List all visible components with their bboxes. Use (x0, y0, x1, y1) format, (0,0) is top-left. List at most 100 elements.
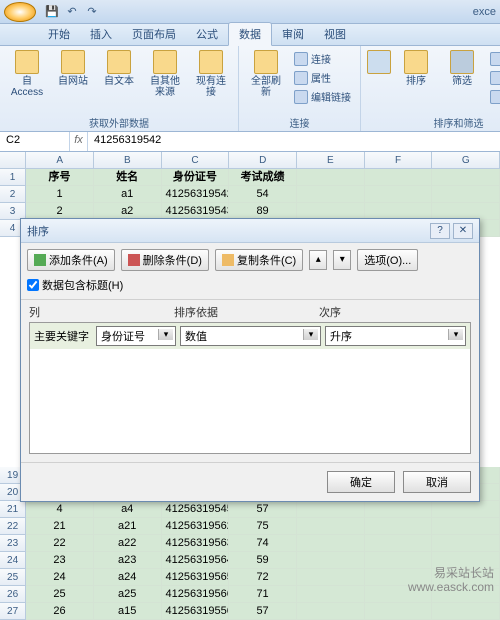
row-header[interactable]: 2 (0, 186, 26, 203)
cell[interactable] (365, 186, 433, 203)
cell[interactable]: a25 (94, 586, 162, 603)
sort-basis-combo[interactable]: 数值 (180, 326, 321, 346)
move-down-button[interactable]: ▾ (333, 250, 351, 270)
cell[interactable]: 41256319564 (162, 552, 230, 569)
close-button[interactable]: ✕ (453, 223, 473, 239)
from-access-button[interactable]: 自 Access (6, 48, 48, 100)
fx-icon[interactable]: fx (70, 132, 88, 151)
cell[interactable]: 姓名 (94, 169, 162, 186)
cell[interactable] (297, 535, 365, 552)
col-A[interactable]: A (26, 152, 94, 168)
existing-conn-button[interactable]: 现有连接 (190, 48, 232, 100)
tab-layout[interactable]: 页面布局 (122, 23, 186, 45)
filter-button[interactable]: 筛选 (441, 48, 483, 89)
cell[interactable] (432, 186, 500, 203)
sort-az-button[interactable] (367, 48, 391, 78)
sort-order-combo[interactable]: 升序 (325, 326, 466, 346)
row-header[interactable]: 1 (0, 169, 26, 186)
cell[interactable] (365, 535, 433, 552)
cell[interactable]: 24 (26, 569, 94, 586)
cell[interactable] (297, 518, 365, 535)
cell[interactable] (297, 586, 365, 603)
ok-button[interactable]: 确定 (327, 471, 395, 493)
cell[interactable]: a21 (94, 518, 162, 535)
undo-icon[interactable]: ↶ (64, 4, 80, 20)
add-condition-button[interactable]: 添加条件(A) (27, 249, 115, 271)
cell[interactable]: a22 (94, 535, 162, 552)
cell[interactable]: a23 (94, 552, 162, 569)
row-header[interactable]: 23 (0, 535, 26, 552)
cell[interactable] (432, 518, 500, 535)
cell[interactable]: 41256319566 (162, 586, 230, 603)
cell[interactable]: 75 (229, 518, 297, 535)
cell[interactable]: 21 (26, 518, 94, 535)
tab-insert[interactable]: 插入 (80, 23, 122, 45)
cell[interactable] (297, 186, 365, 203)
row-header[interactable]: 27 (0, 603, 26, 620)
copy-condition-button[interactable]: 复制条件(C) (215, 249, 303, 271)
cell[interactable]: a24 (94, 569, 162, 586)
cell[interactable]: 41256319563 (162, 535, 230, 552)
sort-button[interactable]: 排序 (395, 48, 437, 89)
tab-data[interactable]: 数据 (228, 22, 272, 46)
cell[interactable]: 41256319545 (162, 501, 230, 518)
advanced-button[interactable]: 高级 (487, 88, 500, 105)
row-header[interactable]: 22 (0, 518, 26, 535)
cell[interactable]: a4 (94, 501, 162, 518)
col-F[interactable]: F (365, 152, 433, 168)
row-header[interactable]: 25 (0, 569, 26, 586)
col-D[interactable]: D (229, 152, 297, 168)
cell[interactable]: 41256319565 (162, 569, 230, 586)
cancel-button[interactable]: 取消 (403, 471, 471, 493)
office-button[interactable] (4, 2, 36, 22)
cell[interactable]: 74 (229, 535, 297, 552)
tab-review[interactable]: 审阅 (272, 23, 314, 45)
dialog-titlebar[interactable]: 排序 ? ✕ (21, 219, 479, 243)
cell[interactable]: 4 (26, 501, 94, 518)
cell[interactable]: 23 (26, 552, 94, 569)
tab-view[interactable]: 视图 (314, 23, 356, 45)
tab-formula[interactable]: 公式 (186, 23, 228, 45)
sort-condition-row[interactable]: 主要关键字 身份证号 数值 升序 (30, 323, 470, 349)
from-other-button[interactable]: 自其他来源 (144, 48, 186, 100)
cell[interactable]: 72 (229, 569, 297, 586)
delete-condition-button[interactable]: 删除条件(D) (121, 249, 209, 271)
row-header[interactable]: 21 (0, 501, 26, 518)
cell[interactable]: 59 (229, 552, 297, 569)
cell[interactable]: 71 (229, 586, 297, 603)
row-header[interactable]: 26 (0, 586, 26, 603)
redo-icon[interactable]: ↷ (84, 4, 100, 20)
select-all-corner[interactable] (0, 152, 26, 168)
cell[interactable]: 54 (229, 186, 297, 203)
cell[interactable]: 考试成绩 (229, 169, 297, 186)
cell[interactable]: a1 (94, 186, 162, 203)
clear-button[interactable]: 清除 (487, 50, 500, 67)
refresh-all-button[interactable]: 全部刷新 (245, 48, 287, 100)
cell[interactable] (365, 603, 433, 620)
save-icon[interactable]: 💾 (44, 4, 60, 20)
col-C[interactable]: C (162, 152, 230, 168)
tab-home[interactable]: 开始 (38, 23, 80, 45)
cell[interactable]: 57 (229, 603, 297, 620)
options-button[interactable]: 选项(O)... (357, 249, 418, 271)
formula-input[interactable]: 41256319542 (88, 132, 500, 151)
cell[interactable] (432, 535, 500, 552)
from-text-button[interactable]: 自文本 (98, 48, 140, 89)
properties-button[interactable]: 属性 (291, 69, 354, 86)
has-header-checkbox[interactable]: 数据包含标题(H) (27, 277, 123, 293)
cell[interactable]: 25 (26, 586, 94, 603)
cell[interactable]: 41256319556 (162, 603, 230, 620)
cell[interactable] (365, 501, 433, 518)
cell[interactable] (297, 501, 365, 518)
reapply-button[interactable]: 重新应用 (487, 69, 500, 86)
cell[interactable] (432, 603, 500, 620)
name-box[interactable]: C2 (0, 132, 70, 151)
cell[interactable]: 41256319542 (162, 186, 230, 203)
cell[interactable]: a15 (94, 603, 162, 620)
cell[interactable] (297, 603, 365, 620)
row-header[interactable]: 24 (0, 552, 26, 569)
col-E[interactable]: E (297, 152, 365, 168)
cell[interactable]: 41256319562 (162, 518, 230, 535)
cell[interactable]: 序号 (26, 169, 94, 186)
cell[interactable] (432, 501, 500, 518)
